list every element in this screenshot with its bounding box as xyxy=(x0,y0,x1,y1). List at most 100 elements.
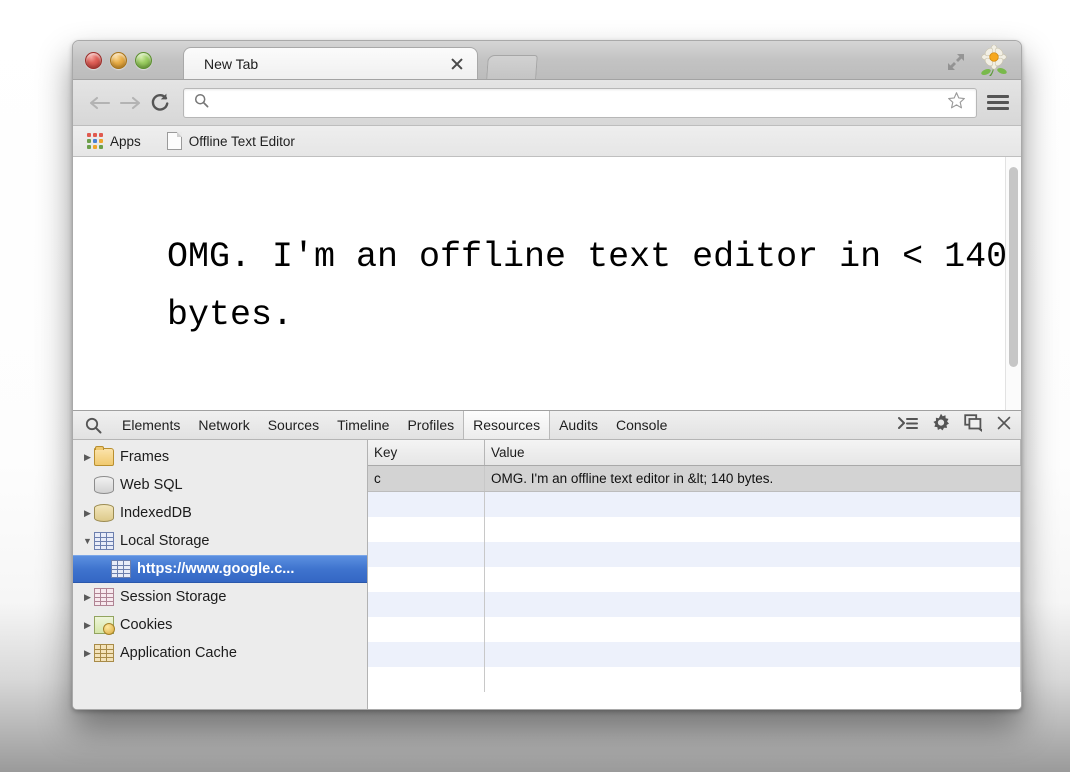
cell-key[interactable] xyxy=(368,642,485,667)
tab-profiles[interactable]: Profiles xyxy=(398,411,463,439)
window-traffic-lights xyxy=(85,52,152,69)
column-header-key[interactable]: Key xyxy=(368,440,485,466)
star-icon[interactable] xyxy=(947,91,966,115)
daisy-flower-avatar-icon[interactable] xyxy=(977,44,1011,79)
cell-key[interactable]: c xyxy=(368,465,485,492)
tree-item-label: Local Storage xyxy=(120,533,210,549)
chevron-right-icon[interactable]: ▶ xyxy=(81,452,94,463)
dock-window-icon[interactable] xyxy=(964,413,984,437)
apps-grid-icon xyxy=(87,133,103,149)
tree-item-web-sql[interactable]: ▶ Web SQL xyxy=(73,471,367,499)
bookmark-apps[interactable]: Apps xyxy=(87,133,141,149)
chevron-right-icon[interactable]: ▶ xyxy=(81,508,94,519)
cell-key[interactable] xyxy=(368,667,485,692)
storage-view: Key Value c OMG. I'm an offline text edi… xyxy=(368,440,1021,709)
table-row[interactable] xyxy=(368,667,1021,692)
cell-value[interactable] xyxy=(484,667,1021,692)
address-bar[interactable] xyxy=(183,87,977,118)
zoom-window-button[interactable] xyxy=(135,52,152,69)
address-bar-input[interactable] xyxy=(215,94,947,111)
tree-item-label: Application Cache xyxy=(120,645,237,661)
chevron-down-icon[interactable]: ▼ xyxy=(81,536,94,546)
table-row[interactable]: c OMG. I'm an offline text editor in &lt… xyxy=(368,465,1021,492)
tab-elements[interactable]: Elements xyxy=(113,411,189,439)
tree-item-label: https://www.google.c... xyxy=(137,561,295,577)
search-inspect-icon[interactable] xyxy=(81,413,105,437)
cell-key[interactable] xyxy=(368,542,485,567)
cell-value[interactable] xyxy=(484,617,1021,642)
tab-resources[interactable]: Resources xyxy=(463,411,551,439)
bookmark-label: Offline Text Editor xyxy=(188,133,295,149)
new-tab-button[interactable] xyxy=(486,55,538,79)
devtools-toolbar: Elements Network Sources Timeline Profil… xyxy=(73,411,1021,440)
bookmark-offline-text-editor[interactable]: Offline Text Editor xyxy=(166,132,295,150)
back-arrow-icon[interactable] xyxy=(85,88,115,118)
document-icon xyxy=(166,132,182,150)
cell-key[interactable] xyxy=(368,617,485,642)
table-row[interactable] xyxy=(368,617,1021,642)
cell-key[interactable] xyxy=(368,517,485,542)
database-icon xyxy=(94,476,114,494)
cell-value[interactable] xyxy=(484,642,1021,667)
table-row[interactable] xyxy=(368,542,1021,567)
chevron-right-icon[interactable]: ▶ xyxy=(81,592,94,603)
forward-arrow-icon[interactable] xyxy=(115,88,145,118)
table-row[interactable] xyxy=(368,592,1021,617)
tree-item-cookies[interactable]: ▶ Cookies xyxy=(73,611,367,639)
chevron-right-icon[interactable]: ▶ xyxy=(81,648,94,659)
tab-network[interactable]: Network xyxy=(189,411,258,439)
tree-item-local-storage[interactable]: ▼ Local Storage xyxy=(73,527,367,555)
cell-value[interactable] xyxy=(484,592,1021,617)
page-scrollbar-thumb[interactable] xyxy=(1009,167,1018,367)
reload-icon[interactable] xyxy=(145,88,175,118)
tree-item-label: IndexedDB xyxy=(120,505,192,521)
chevron-right-icon[interactable]: ▶ xyxy=(81,620,94,631)
table-row[interactable] xyxy=(368,642,1021,667)
cookie-icon xyxy=(94,616,115,635)
storage-table-body: c OMG. I'm an offline text editor in &lt… xyxy=(368,465,1021,692)
cell-value[interactable] xyxy=(484,567,1021,592)
devtools-body: ▶ Frames ▶ Web SQL ▶ IndexedDB ▼ xyxy=(73,440,1021,709)
tab-sources[interactable]: Sources xyxy=(259,411,328,439)
cell-value[interactable] xyxy=(484,542,1021,567)
close-icon[interactable] xyxy=(997,416,1011,435)
devtools-panel: Elements Network Sources Timeline Profil… xyxy=(73,411,1021,709)
storage-table-icon xyxy=(94,588,114,606)
browser-window: New Tab Apps Offline Text Editor OMG. I'… xyxy=(72,40,1022,710)
cell-key[interactable] xyxy=(368,592,485,617)
cell-value[interactable] xyxy=(484,517,1021,542)
tree-item-frames[interactable]: ▶ Frames xyxy=(73,443,367,471)
offline-text-editor[interactable]: OMG. I'm an offline text editor in < 140… xyxy=(73,157,1021,345)
search-icon xyxy=(194,93,209,113)
appcache-table-icon xyxy=(94,644,114,662)
settings-gear-icon[interactable] xyxy=(931,413,951,438)
page-scrollbar[interactable] xyxy=(1005,157,1021,410)
fullscreen-arrows-icon[interactable] xyxy=(945,51,967,73)
cell-key[interactable] xyxy=(368,567,485,592)
tree-item-local-storage-origin[interactable]: https://www.google.c... xyxy=(73,555,367,583)
tab-close-icon[interactable] xyxy=(447,54,467,74)
tree-item-indexeddb[interactable]: ▶ IndexedDB xyxy=(73,499,367,527)
tab-timeline[interactable]: Timeline xyxy=(328,411,398,439)
cell-value[interactable] xyxy=(484,491,1021,517)
column-header-value[interactable]: Value xyxy=(484,440,1021,466)
table-row[interactable] xyxy=(368,517,1021,542)
folder-icon xyxy=(94,446,114,466)
tree-item-session-storage[interactable]: ▶ Session Storage xyxy=(73,583,367,611)
browser-toolbar xyxy=(73,80,1021,126)
tab-console[interactable]: Console xyxy=(607,411,676,439)
resources-tree: ▶ Frames ▶ Web SQL ▶ IndexedDB ▼ xyxy=(73,440,368,709)
hamburger-menu-icon[interactable] xyxy=(987,92,1009,114)
table-row[interactable] xyxy=(368,567,1021,592)
minimize-window-button[interactable] xyxy=(110,52,127,69)
tab-audits[interactable]: Audits xyxy=(550,411,607,439)
tree-item-label: Session Storage xyxy=(120,589,227,605)
console-drawer-icon[interactable] xyxy=(898,415,918,436)
browser-tab[interactable]: New Tab xyxy=(183,47,478,79)
table-row[interactable] xyxy=(368,491,1021,517)
storage-table-icon xyxy=(111,560,131,578)
close-window-button[interactable] xyxy=(85,52,102,69)
cell-key[interactable] xyxy=(368,491,485,517)
tree-item-application-cache[interactable]: ▶ Application Cache xyxy=(73,639,367,667)
cell-value[interactable]: OMG. I'm an offline text editor in &lt; … xyxy=(484,465,1021,492)
